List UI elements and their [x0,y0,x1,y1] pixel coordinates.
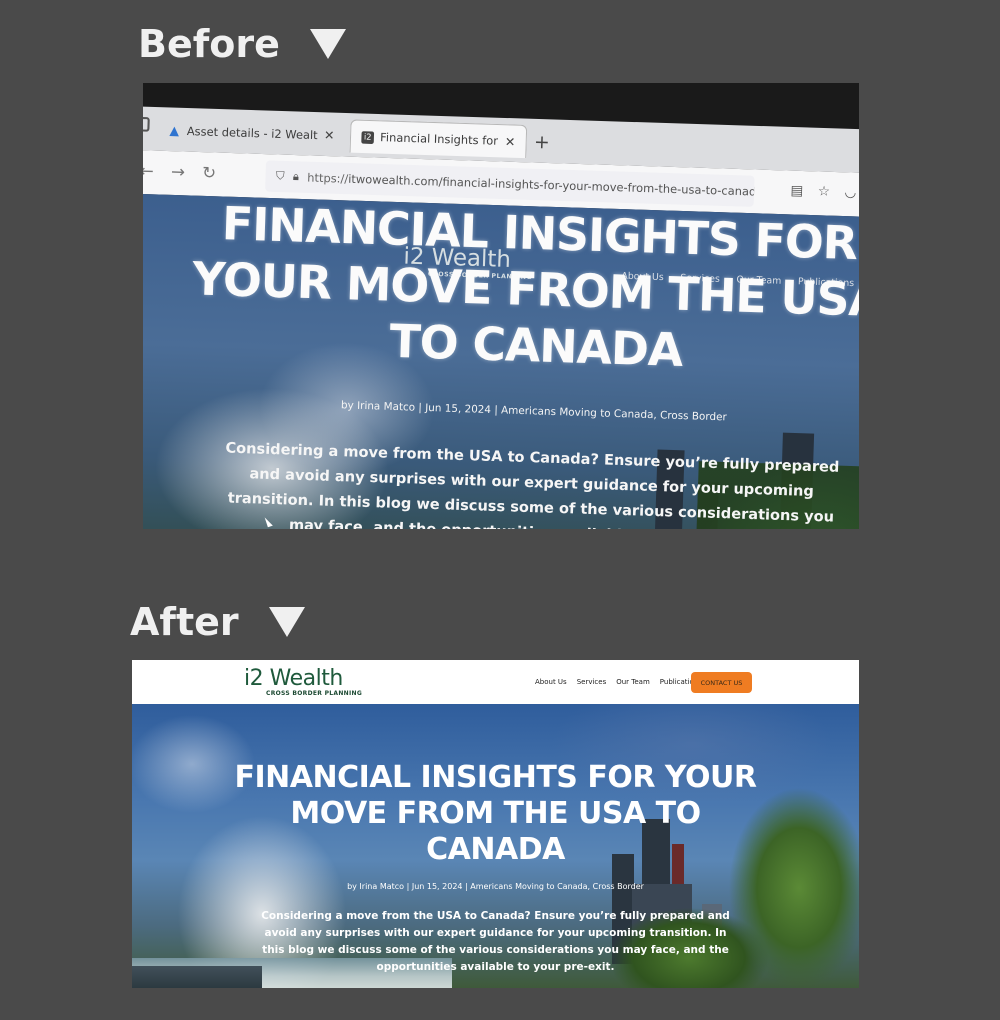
down-triangle-icon [268,607,305,637]
tab-title: Asset details - i2 Wealth Cross B [186,124,318,142]
tab-asset-details[interactable]: ▲ Asset details - i2 Wealth Cross B ✕ [157,113,345,152]
i2-favicon: i2 [361,130,375,144]
star-icon[interactable]: ☆ [818,184,831,200]
site-header: i2 Wealth CROSS BORDER PLANNING About Us… [132,660,859,704]
after-label: After [130,600,305,644]
hero-section: FINANCIAL INSIGHTS FOR YOUR MOVE FROM TH… [132,704,859,988]
lock-icon: 🔒︎ [292,169,300,184]
intro-text: Considering a move from the USA to Canad… [261,910,730,973]
url-text: https://itwowealth.com/financial-insight… [307,170,755,199]
before-screenshot: ▲ Asset details - i2 Wealth Cross B ✕ i2… [143,83,859,529]
before-label: Before [138,22,346,66]
tab-title: Financial Insights for Your Move [379,130,499,148]
page-title: FINANCIAL INSIGHTS FOR YOUR MOVE FROM TH… [191,197,859,378]
browser-toolbar-icons: ▤ ☆ ◡ ▢ ◉ [790,183,859,202]
sidebar-icon[interactable] [143,116,150,132]
logo-main-text: i2 Wealth [244,666,343,691]
post-meta: by Irina Matco | Jun 15, 2024 | American… [340,399,727,424]
reader-view-icon[interactable]: ▤ [790,183,803,199]
nav-item-services[interactable]: Services [577,678,607,686]
cliff [132,966,262,988]
back-arrow-icon[interactable]: ← [143,161,154,181]
after-label-text: After [130,600,239,644]
contact-us-button[interactable]: CONTACT US [691,672,752,693]
close-icon[interactable]: ✕ [505,134,516,149]
hero-section: i2 Wealth CROSS BORDER PLANNING About Us… [143,193,859,529]
nav-item-about-us[interactable]: About Us [535,678,567,686]
nav-item-our-team[interactable]: Our Team [616,678,650,686]
shield-icon: ⛉ [275,169,285,183]
forward-arrow-icon[interactable]: → [171,162,186,182]
page-title: FINANCIAL INSIGHTS FOR YOUR MOVE FROM TH… [234,760,758,867]
pocket-icon[interactable]: ◡ [844,185,856,201]
intro-text: Considering a move from the USA to Canad… [225,440,840,529]
close-icon[interactable]: ✕ [324,128,335,143]
google-ads-icon: ▲ [169,123,180,138]
reload-icon[interactable]: ↻ [202,163,217,183]
logo-sub-text: CROSS BORDER PLANNING [266,690,363,697]
down-triangle-icon [309,29,346,59]
site-nav: About Us Services Our Team Publications [535,678,702,686]
new-tab-icon[interactable]: + [534,131,550,153]
tab-financial-insights[interactable]: i2 Financial Insights for Your Move ✕ [349,119,528,159]
before-label-text: Before [138,22,280,66]
post-meta: by Irina Matco | Jun 15, 2024 | American… [347,882,644,891]
site-logo[interactable]: i2 Wealth CROSS BORDER PLANNING [244,666,362,697]
after-screenshot: i2 Wealth CROSS BORDER PLANNING About Us… [132,660,859,988]
